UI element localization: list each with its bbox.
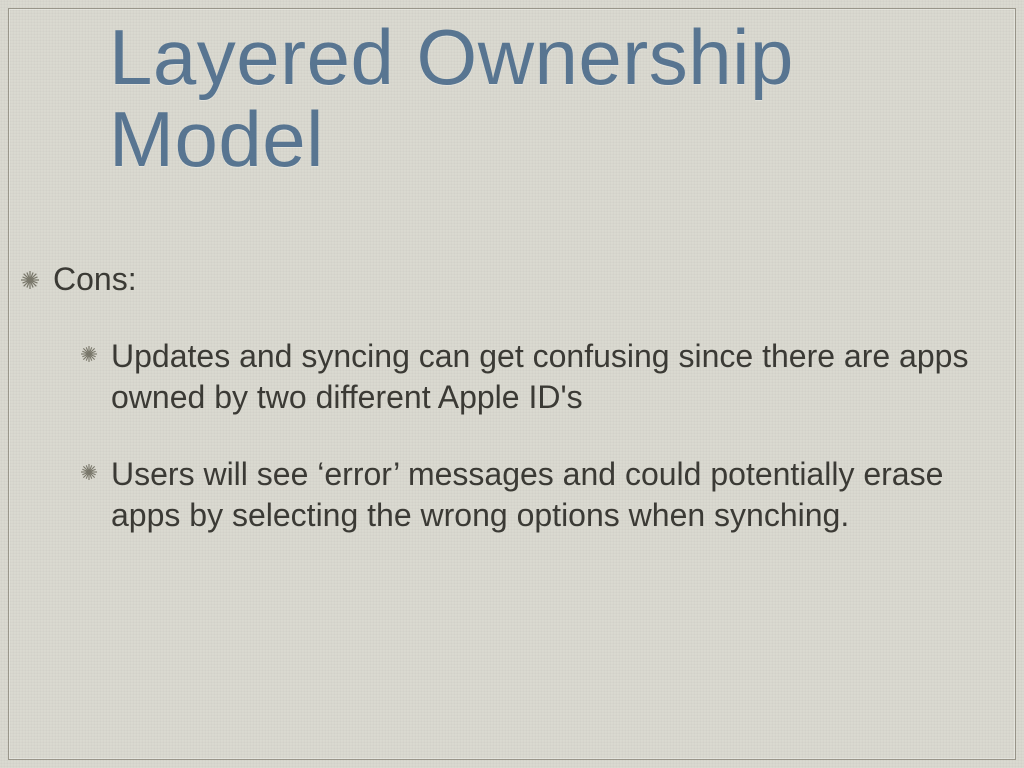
slide-frame: Layered Ownership Model (8, 8, 1016, 760)
slide-title: Layered Ownership Model (109, 17, 929, 181)
list-item-text: Users will see ‘error’ messages and coul… (111, 454, 975, 536)
list-item: Cons: (21, 259, 1015, 300)
starburst-bullet-icon (81, 464, 97, 480)
list-item: Users will see ‘error’ messages and coul… (81, 454, 975, 536)
list-item-text: Updates and syncing can get confusing si… (111, 336, 975, 418)
starburst-bullet-icon (81, 346, 97, 362)
slide-body: Cons: (9, 259, 1015, 536)
starburst-bullet-icon (21, 271, 39, 289)
list-item: Updates and syncing can get confusing si… (81, 336, 975, 418)
list-item-text: Cons: (53, 259, 137, 300)
